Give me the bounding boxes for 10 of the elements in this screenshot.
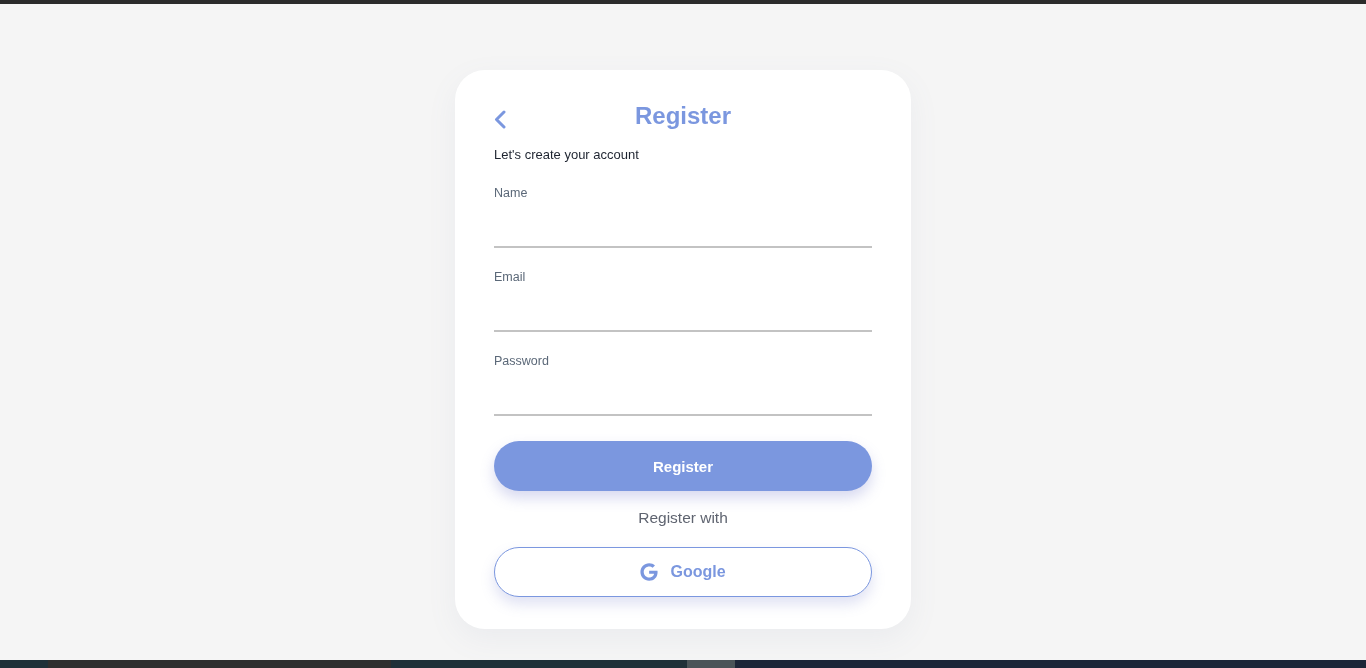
social-login-button[interactable]: Google — [494, 547, 872, 597]
page-title: Register — [634, 101, 731, 131]
subtitle: Let's create your account — [494, 147, 640, 163]
field-label: Email — [494, 269, 527, 285]
google-g-icon — [640, 563, 659, 581]
register-button[interactable]: Register — [494, 441, 872, 491]
chevron-left-icon[interactable] — [494, 109, 506, 129]
field-label: Name — [494, 185, 529, 201]
field-label: Password — [494, 353, 550, 369]
divider-text: Register with — [637, 508, 729, 528]
